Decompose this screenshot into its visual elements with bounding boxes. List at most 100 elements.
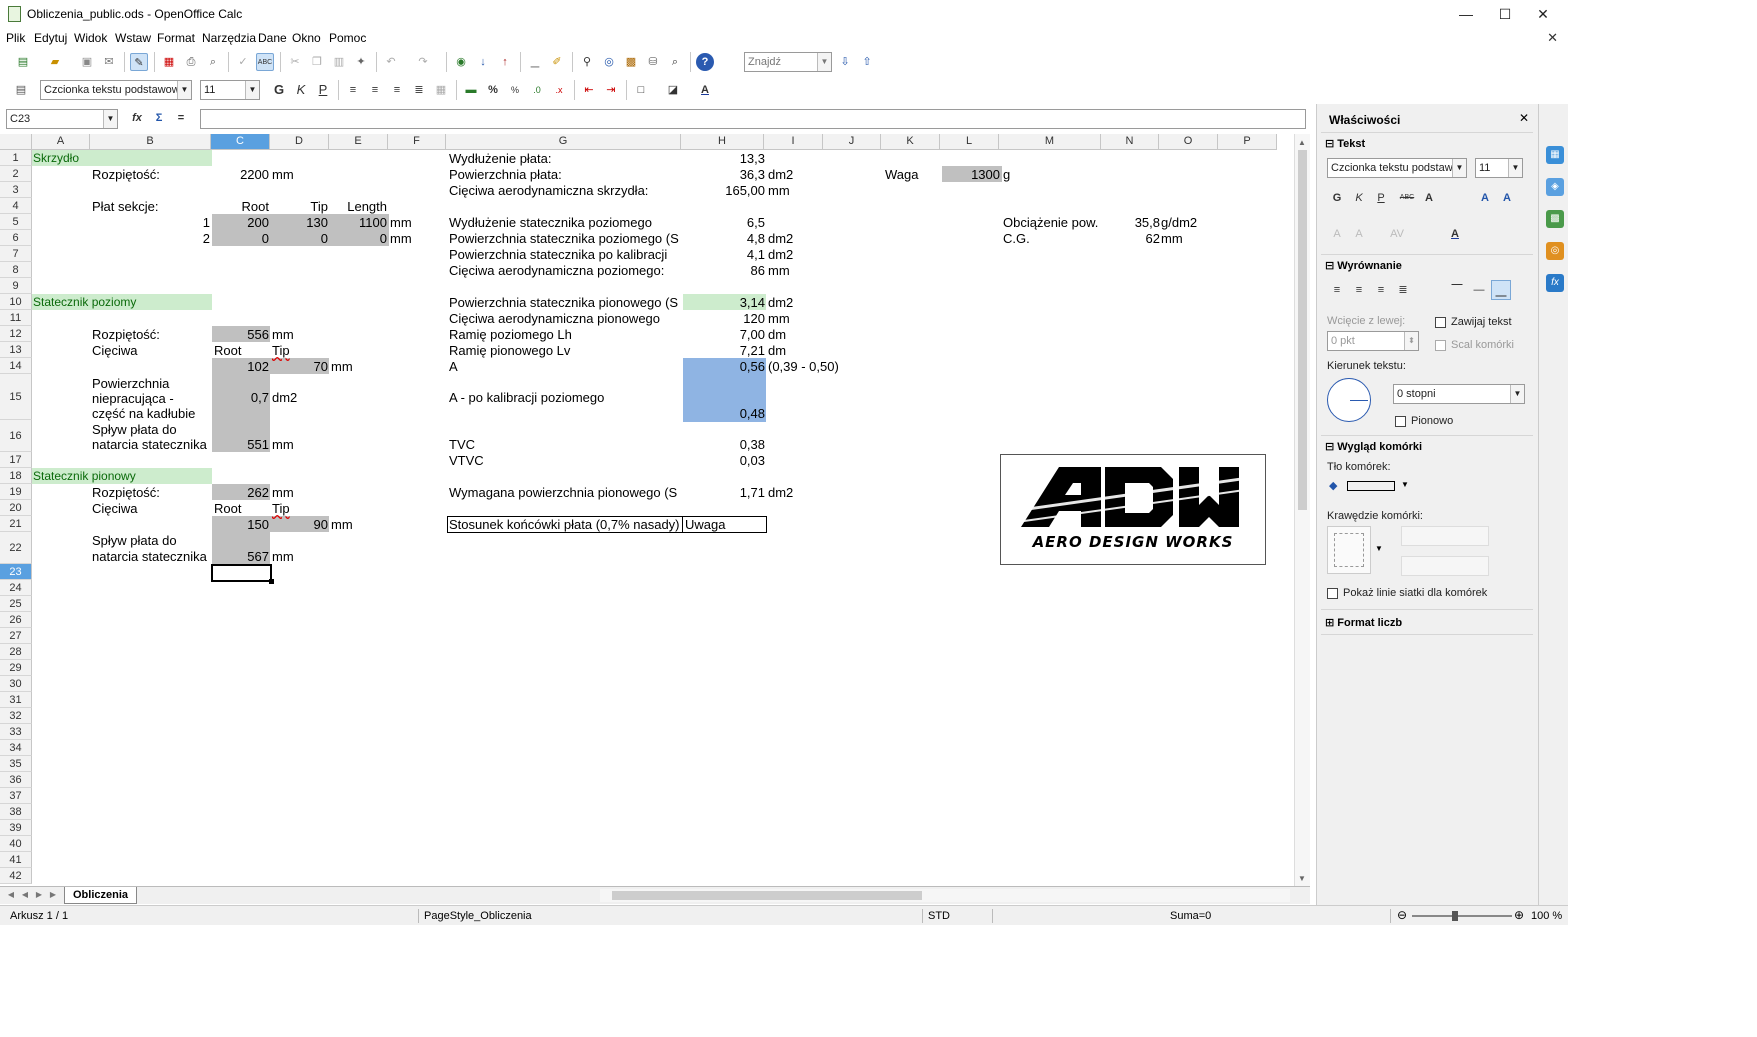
cell-i14[interactable]: (0,39 - 0,50) (768, 359, 839, 374)
scroll-up-icon[interactable]: ▲ (1298, 138, 1306, 147)
cell-d14[interactable]: 70 (270, 359, 328, 374)
row-header-17[interactable]: 17 (0, 452, 32, 468)
cell-m5[interactable]: Obciążenie pow. (1003, 215, 1098, 230)
column-header-c[interactable]: C (211, 134, 270, 150)
background-color-picker[interactable]: ◆ ▼ (1327, 476, 1409, 496)
row-header-39[interactable]: 39 (0, 820, 32, 836)
name-box[interactable]: C23 ▼ (6, 109, 118, 129)
merge-cells-icon[interactable]: ▦ (432, 81, 450, 99)
cell-i12[interactable]: dm (768, 327, 786, 342)
cell-h3[interactable]: 165,00 (683, 183, 765, 198)
sheet-tab-obliczenia[interactable]: Obliczenia (64, 887, 138, 904)
currency-format-icon[interactable]: ▬ (462, 81, 480, 99)
cell-h1[interactable]: 13,3 (683, 151, 765, 166)
cell-e6[interactable]: 0 (329, 231, 387, 246)
cell-h6[interactable]: 4,8 (683, 231, 765, 246)
scroll-thumb[interactable] (612, 891, 922, 900)
cell-g19[interactable]: Wymagana powierzchnia pionowego (S (449, 485, 683, 500)
menu-help[interactable]: Pomoc (329, 31, 366, 45)
row-header-7[interactable]: 7 (0, 246, 32, 262)
row-header-31[interactable]: 31 (0, 692, 32, 708)
cell-b15-line2[interactable]: niepracująca - (92, 391, 174, 406)
sort-descending-icon[interactable]: ↑ (496, 53, 514, 71)
align-bottom-icon[interactable]: ⎽ (1491, 280, 1511, 300)
styles-icon[interactable]: ▤ (12, 81, 30, 99)
cell-g17[interactable]: VTVC (449, 453, 484, 468)
cell-d16[interactable]: mm (272, 437, 294, 452)
copy-icon[interactable]: ❐ (308, 53, 326, 71)
zoom-out-icon[interactable]: ⊖ (1397, 908, 1407, 922)
cell-i19[interactable]: dm2 (768, 485, 793, 500)
borders-icon[interactable]: □ (632, 81, 650, 99)
cell-g15[interactable]: A - po kalibracji poziomego (449, 390, 604, 405)
row-header-22[interactable]: 22 (0, 532, 32, 564)
chevron-down-icon[interactable]: ▼ (817, 53, 831, 71)
cell-b4[interactable]: Płat sekcje: (92, 199, 158, 214)
cell-g13[interactable]: Ramię pionowego Lv (449, 343, 570, 358)
sidebar-align-left-icon[interactable]: ≡ (1327, 280, 1347, 300)
standard-format-icon[interactable]: % (506, 81, 524, 99)
subscript-icon[interactable]: A (1349, 224, 1369, 244)
row-header-3[interactable]: 3 (0, 182, 32, 198)
sidebar-align-right-icon[interactable]: ≡ (1371, 280, 1391, 300)
cell-h13[interactable]: 7,21 (683, 343, 765, 358)
edit-mode-icon[interactable]: ✎ (130, 53, 148, 71)
cell-i6[interactable]: dm2 (768, 231, 793, 246)
shrink-font-icon[interactable]: A (1497, 188, 1517, 208)
email-icon[interactable]: ✉ (100, 53, 118, 71)
next-sheet-icon[interactable]: ▶ (34, 890, 44, 901)
page-style[interactable]: PageStyle_Obliczenia (424, 910, 532, 922)
row-header-29[interactable]: 29 (0, 660, 32, 676)
cell-c15[interactable]: 0,7 (212, 390, 269, 405)
decrease-indent-icon[interactable]: ⇤ (580, 81, 598, 99)
styles-deck-icon[interactable]: ◈ (1546, 178, 1564, 196)
row-header-28[interactable]: 28 (0, 644, 32, 660)
cell-m6[interactable]: C.G. (1003, 231, 1030, 246)
cell-i8[interactable]: mm (768, 263, 790, 278)
bold-button[interactable]: G (270, 81, 288, 99)
cell-c12[interactable]: 556 (212, 327, 269, 342)
properties-deck-icon[interactable]: ▦ (1546, 146, 1564, 164)
row-header-23[interactable]: 23 (0, 564, 32, 580)
cell-g21[interactable]: Stosunek końcówki płata (0,7% nasady) (447, 516, 683, 533)
align-top-icon[interactable]: ⎺ (1447, 280, 1467, 300)
autospellcheck-icon[interactable]: ABC (256, 53, 274, 71)
cell-c22[interactable]: 567 (212, 549, 269, 564)
cell-b5[interactable]: 1 (92, 215, 210, 230)
text-direction-dial[interactable] (1327, 378, 1371, 422)
cell-g7[interactable]: Powierzchnia statecznika po kalibracji (449, 247, 667, 262)
row-header-1[interactable]: 1 (0, 150, 32, 166)
functions-deck-icon[interactable]: fx (1546, 274, 1564, 292)
cell-c4[interactable]: Root (212, 199, 269, 214)
cell-c19[interactable]: 262 (212, 485, 269, 500)
row-header-14[interactable]: 14 (0, 358, 32, 374)
cell-b13[interactable]: Cięciwa (92, 343, 138, 358)
vertical-checkbox[interactable] (1395, 416, 1406, 427)
spacing-icon[interactable]: AV (1387, 224, 1407, 244)
active-cell-cursor[interactable] (211, 564, 272, 582)
font-size-combo[interactable]: 11 ▼ (200, 80, 260, 100)
cell-b20[interactable]: Cięciwa (92, 501, 138, 516)
open-folder-icon[interactable]: ▰ (46, 53, 64, 71)
cell-d20[interactable]: Tip (272, 501, 290, 516)
cell-b22-line1[interactable]: Spływ płata do (92, 533, 177, 548)
cell-b15-line3[interactable]: część na kadłubie (92, 406, 195, 421)
section-horizontal-stabilizer[interactable]: Statecznik poziomy (33, 295, 136, 310)
scroll-down-icon[interactable]: ▼ (1298, 874, 1306, 883)
cell-h7[interactable]: 4,1 (683, 247, 765, 262)
cell-d21[interactable]: 90 (270, 517, 328, 532)
cell-m2[interactable]: g (1003, 167, 1010, 182)
section-wing[interactable]: Skrzydło (33, 151, 79, 166)
function-wizard-button[interactable]: fx (128, 109, 146, 127)
horizontal-scrollbar[interactable] (600, 889, 1290, 902)
cell-n5[interactable]: 35,8 (1103, 215, 1160, 230)
cell-h16[interactable]: 0,38 (683, 437, 765, 452)
shadow-icon[interactable]: A (1419, 188, 1439, 208)
redo-icon[interactable]: ↷ (414, 53, 432, 71)
fill-handle[interactable] (269, 579, 274, 584)
row-header-42[interactable]: 42 (0, 868, 32, 884)
menu-window[interactable]: Okno (292, 31, 321, 45)
cell-g5[interactable]: Wydłużenie statecznika poziomego (449, 215, 652, 230)
row-header-8[interactable]: 8 (0, 262, 32, 278)
clone-formatting-icon[interactable]: ✦ (352, 53, 370, 71)
